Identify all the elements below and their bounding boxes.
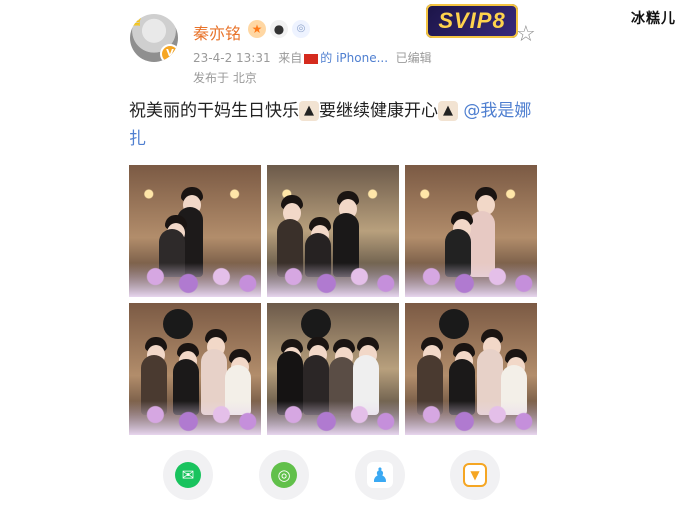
star-icon[interactable]: ☆ [516,22,536,47]
fire-badge-icon: ★ [248,20,266,38]
edited-label[interactable]: 已编辑 [396,51,432,65]
crown-icon: ♛ [130,14,145,31]
save-image-icon: ▼ [463,463,487,487]
panda-badge-icon: ● [270,20,288,38]
post-location: 发布于 北京 [193,71,257,85]
post-photo-1[interactable] [129,165,261,297]
post-photo-2[interactable] [267,165,399,297]
birthday-cake-emoji: ▲ [438,101,458,121]
share-moments-button[interactable]: ◎ [259,450,309,500]
post-meta: 23-4-2 13:31 来自 的 iPhone... 已编辑 [193,49,432,66]
verified-badge-icon: V [160,44,178,62]
watermark-text: 冰糕儿 [631,11,676,27]
birthday-cake-emoji: ▲ [299,101,319,121]
post-body: 祝美丽的干妈生日快乐 ▲ 要继续健康开心 ▲ @我是娜扎 [129,97,541,153]
source-device[interactable]: 的 iPhone... [320,51,388,65]
post-text-mid: 要继续健康开心 [319,101,438,121]
qq-icon: ♟ [367,462,393,488]
svip-badge[interactable]: SVIP8 [426,4,518,38]
share-bar: ✉ ◎ ♟ ▼ [0,450,690,510]
flag-icon [304,53,319,64]
post-photo-4[interactable] [129,303,261,435]
post-photo-5[interactable] [267,303,399,435]
post-photo-6[interactable] [405,303,537,435]
post-text-main: 祝美丽的干妈生日快乐 [129,101,299,121]
share-qq-button[interactable]: ♟ [355,450,405,500]
user-avatar[interactable]: ♛ V [130,14,178,62]
save-image-button[interactable]: ▼ [450,450,500,500]
wechat-icon: ✉ [175,462,201,488]
ring-badge-icon: ◎ [292,20,310,38]
username[interactable]: 秦亦铭 [193,20,241,44]
post-photo-3[interactable] [405,165,537,297]
moments-icon: ◎ [271,462,297,488]
share-wechat-button[interactable]: ✉ [163,450,213,500]
post-timestamp: 23-4-2 13:31 [193,51,271,65]
user-badges: ★ ● ◎ [248,20,310,38]
source-prefix: 来自 [278,51,303,65]
